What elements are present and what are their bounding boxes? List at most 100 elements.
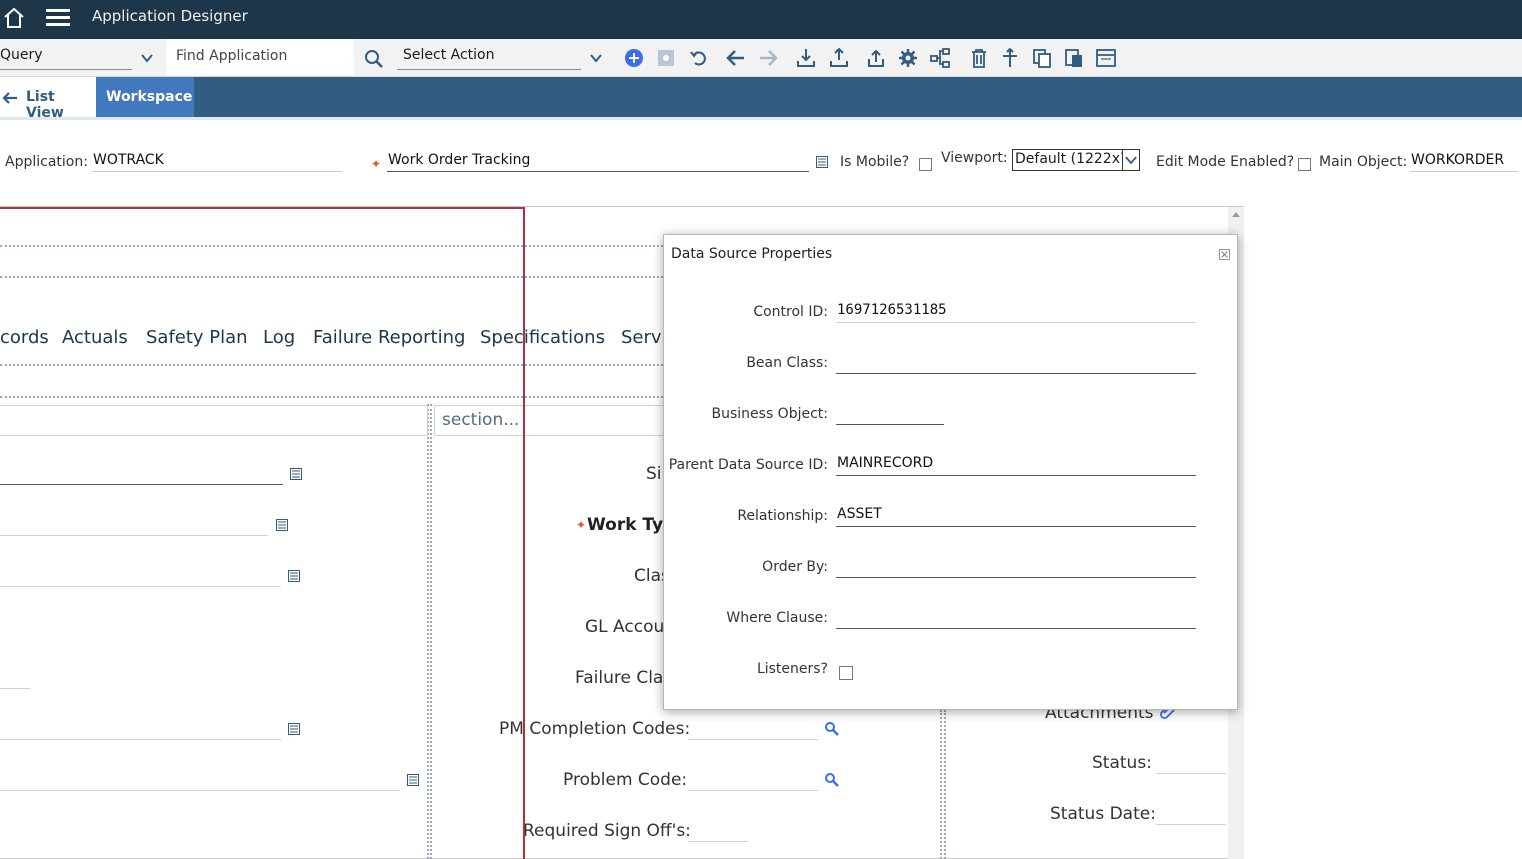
export-icon[interactable] — [828, 47, 850, 69]
left-field-6[interactable] — [0, 790, 400, 791]
section-header[interactable]: section... — [434, 405, 666, 436]
close-icon[interactable] — [1219, 249, 1230, 260]
find-application-input[interactable]: Find Application — [166, 39, 354, 76]
application-description-field[interactable]: Work Order Tracking — [387, 152, 809, 172]
order-by-field[interactable] — [836, 577, 1196, 578]
query-label: Query — [0, 47, 43, 63]
long-description-icon[interactable] — [816, 156, 828, 168]
scroll-up-icon[interactable] — [1231, 210, 1241, 218]
arrow-left-icon[interactable] — [725, 47, 747, 69]
move-icon[interactable] — [999, 47, 1021, 69]
is-mobile-checkbox[interactable] — [919, 158, 932, 171]
bean-class-field[interactable] — [836, 373, 1196, 374]
is-mobile-label: Is Mobile? — [840, 154, 910, 170]
import-icon[interactable] — [795, 47, 817, 69]
copy-icon[interactable] — [1031, 47, 1053, 69]
main-object-label: Main Object: — [1319, 154, 1408, 170]
main-object-field[interactable]: WORKORDER — [1410, 152, 1518, 172]
search-icon[interactable] — [363, 48, 385, 70]
subtab-records[interactable]: cords — [0, 327, 49, 348]
arrow-left-icon — [2, 92, 17, 104]
subtab-service[interactable]: Servi — [621, 327, 667, 348]
required-icon: ✦ — [371, 157, 382, 171]
application-field[interactable]: WOTRACK — [92, 152, 342, 172]
undo-icon[interactable] — [688, 47, 710, 69]
chevron-down-icon[interactable] — [589, 51, 603, 65]
chevron-down-icon[interactable] — [140, 51, 154, 65]
pm-completion-codes-label: PM Completion Codes: — [499, 719, 691, 739]
listeners-checkbox[interactable] — [839, 666, 853, 680]
chevron-down-icon — [1122, 150, 1137, 170]
viewport-select[interactable]: Default (1222x700) — [1012, 149, 1140, 171]
business-object-field[interactable] — [836, 424, 944, 425]
long-description-icon[interactable] — [288, 570, 300, 582]
site-label: Si — [646, 464, 662, 484]
parent-data-source-label: Parent Data Source ID: — [668, 457, 828, 473]
selection-boundary-top — [0, 207, 525, 209]
relationship-value[interactable]: ASSET — [837, 506, 882, 522]
search-icon[interactable] — [824, 721, 840, 737]
status-date-label: Status Date: — [1050, 804, 1156, 824]
parent-data-source-value[interactable]: MAINRECORD — [837, 455, 933, 471]
business-object-label: Business Object: — [711, 406, 829, 422]
listeners-label: Listeners? — [756, 661, 828, 677]
pm-completion-codes-field[interactable] — [688, 739, 818, 740]
left-field-5[interactable] — [0, 739, 281, 740]
long-description-icon[interactable] — [290, 468, 302, 480]
save-icon[interactable] — [655, 47, 677, 69]
left-field-1[interactable] — [0, 484, 283, 485]
application-label: Application: — [5, 154, 88, 170]
home-icon[interactable] — [2, 6, 26, 30]
failure-class-label: Failure Clas — [575, 668, 673, 688]
app-title: Application Designer — [92, 7, 248, 25]
left-field-2[interactable] — [0, 535, 268, 536]
selection-boundary-right — [523, 207, 525, 859]
status-label: Status: — [1092, 753, 1152, 773]
query-select[interactable]: Query — [0, 39, 132, 76]
delete-icon[interactable] — [968, 47, 990, 69]
control-id-value[interactable]: 1697126531185 — [837, 302, 947, 318]
viewport-label: Viewport: — [941, 150, 1008, 166]
gear-icon[interactable] — [897, 47, 919, 69]
where-clause-label: Where Clause: — [726, 610, 828, 626]
tab-workspace[interactable]: Workspace — [96, 77, 194, 118]
paste-icon[interactable] — [1063, 47, 1085, 69]
bean-class-label: Bean Class: — [746, 355, 828, 371]
data-source-properties-dialog: Data Source Properties Control ID: 16971… — [663, 234, 1238, 710]
left-section-header[interactable] — [0, 405, 428, 436]
upload-icon[interactable] — [865, 47, 887, 69]
relationship-label: Relationship: — [737, 508, 828, 524]
required-sign-offs-field[interactable] — [688, 841, 748, 842]
left-field-4[interactable] — [0, 688, 30, 689]
left-field-3[interactable] — [0, 586, 281, 587]
status-date-field[interactable] — [1156, 824, 1226, 825]
properties-icon[interactable] — [1095, 47, 1117, 69]
edit-mode-label: Edit Mode Enabled? — [1156, 154, 1295, 170]
tab-bar: List View Workspace — [0, 77, 1522, 121]
dialog-title: Data Source Properties — [671, 246, 833, 262]
required-icon: ✦ — [576, 518, 587, 532]
subtab-safety-plan[interactable]: Safety Plan — [146, 327, 248, 348]
problem-code-label: Problem Code: — [563, 770, 688, 790]
title-bar: Application Designer — [0, 0, 1522, 39]
long-description-icon[interactable] — [407, 774, 419, 786]
subtab-failure-reporting[interactable]: Failure Reporting — [313, 327, 465, 348]
tab-list-view[interactable]: List View — [0, 77, 96, 121]
problem-code-field[interactable] — [688, 790, 818, 791]
viewport-value: Default (1222x700) — [1015, 151, 1123, 167]
long-description-icon[interactable] — [276, 519, 288, 531]
where-clause-field[interactable] — [836, 628, 1196, 629]
subtab-specifications[interactable]: Specifications — [480, 327, 605, 348]
long-description-icon[interactable] — [288, 723, 300, 735]
select-action-dropdown[interactable]: Select Action — [397, 39, 581, 76]
hamburger-menu-icon[interactable] — [46, 7, 70, 27]
find-application-placeholder: Find Application — [176, 48, 288, 64]
status-field[interactable] — [1156, 773, 1226, 774]
search-icon[interactable] — [824, 772, 840, 788]
add-icon[interactable] — [623, 47, 645, 69]
subtab-actuals[interactable]: Actuals — [62, 327, 128, 348]
hierarchy-icon[interactable] — [929, 47, 951, 69]
subtab-log[interactable]: Log — [263, 327, 295, 348]
edit-mode-checkbox[interactable] — [1298, 158, 1311, 171]
arrow-right-icon[interactable] — [757, 47, 779, 69]
